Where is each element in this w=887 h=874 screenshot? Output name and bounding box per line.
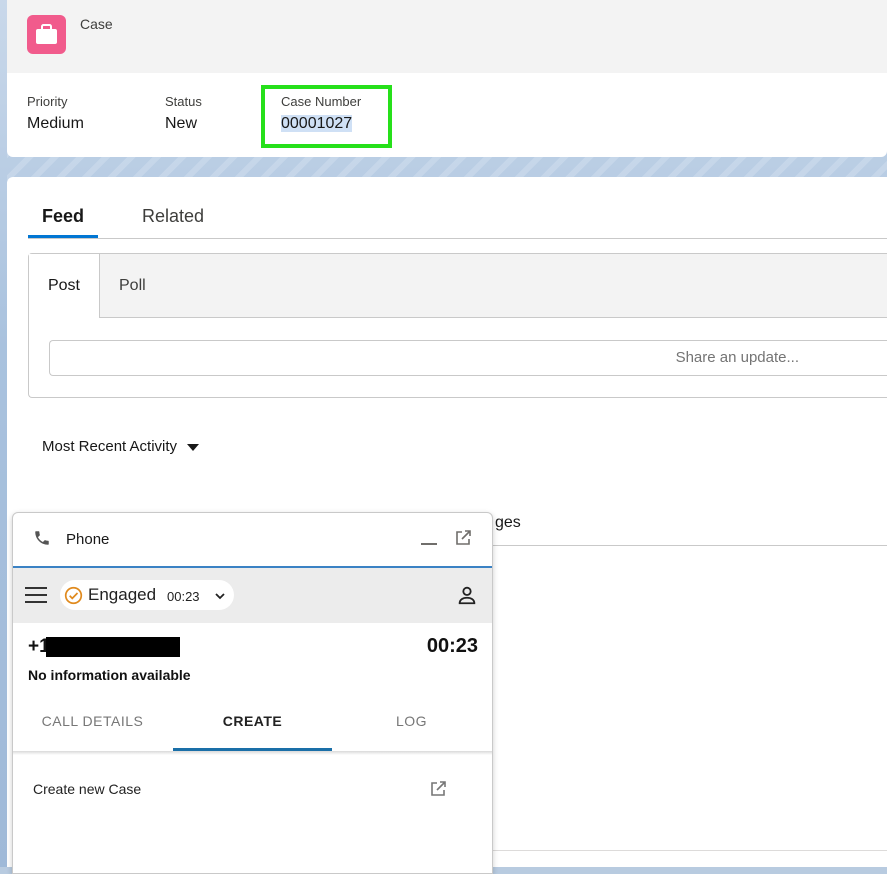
case-number-highlight <box>261 85 392 148</box>
agent-state-dropdown[interactable]: Engaged 00:23 <box>60 580 234 610</box>
obscured-tab-divider <box>491 545 887 546</box>
phone-panel: Phone Engaged 00:23 +1 00:23 No informat… <box>12 512 493 874</box>
hamburger-menu-icon[interactable] <box>25 587 47 608</box>
redacted-number <box>46 637 180 657</box>
tab-feed[interactable]: Feed <box>42 205 84 235</box>
obscured-tab-label: ges <box>495 514 521 531</box>
user-icon[interactable] <box>456 584 478 611</box>
minimize-icon[interactable] <box>421 543 437 545</box>
share-update-input[interactable]: Share an update... <box>49 340 887 376</box>
tab-log[interactable]: LOG <box>332 701 491 748</box>
check-circle-icon <box>64 586 83 610</box>
tab-poll[interactable]: Poll <box>119 254 146 318</box>
phone-icon <box>33 529 51 552</box>
divider <box>491 850 887 851</box>
activity-sort-dropdown[interactable]: Most Recent Activity <box>42 438 200 455</box>
publisher-tabbar: Post Poll <box>29 254 887 318</box>
publisher: Post Poll Share an update... <box>28 253 887 398</box>
agent-state-timer: 00:23 <box>167 589 200 604</box>
create-new-case-link[interactable]: Create new Case <box>33 781 141 797</box>
tab-create[interactable]: CREATE <box>173 701 332 751</box>
status-label: Status <box>165 94 202 109</box>
tab-call-details[interactable]: CALL DETAILS <box>13 701 172 748</box>
briefcase-icon <box>27 15 66 54</box>
object-type-label: Case <box>80 16 113 32</box>
tab-related[interactable]: Related <box>142 205 204 235</box>
tab-post[interactable]: Post <box>29 254 100 318</box>
phone-title: Phone <box>66 531 110 548</box>
popout-icon[interactable] <box>454 529 472 552</box>
phone-toolbar: Engaged 00:23 <box>13 568 492 623</box>
activity-sort-label: Most Recent Activity <box>42 438 178 455</box>
record-header: Case Priority Medium Status New Case Num… <box>7 0 887 157</box>
status-value: New <box>165 115 198 132</box>
agent-state-label: Engaged <box>88 585 157 604</box>
open-external-icon[interactable] <box>429 780 447 803</box>
tabs-shadow <box>13 751 492 755</box>
priority-label: Priority <box>27 94 68 109</box>
status-field: Status New <box>165 94 202 133</box>
priority-value: Medium <box>27 115 84 132</box>
caret-down-icon <box>187 443 200 451</box>
phone-header: Phone <box>13 513 492 568</box>
active-tab-indicator <box>28 235 98 238</box>
call-timer: 00:23 <box>426 635 478 657</box>
record-tabs: Feed Related <box>28 205 887 239</box>
caller-info: No information available <box>28 667 191 683</box>
header-title-bar: Case <box>7 0 887 73</box>
priority-field: Priority Medium <box>27 94 84 133</box>
chevron-down-icon <box>214 589 226 607</box>
call-tabs: CALL DETAILS CREATE LOG <box>13 701 492 751</box>
